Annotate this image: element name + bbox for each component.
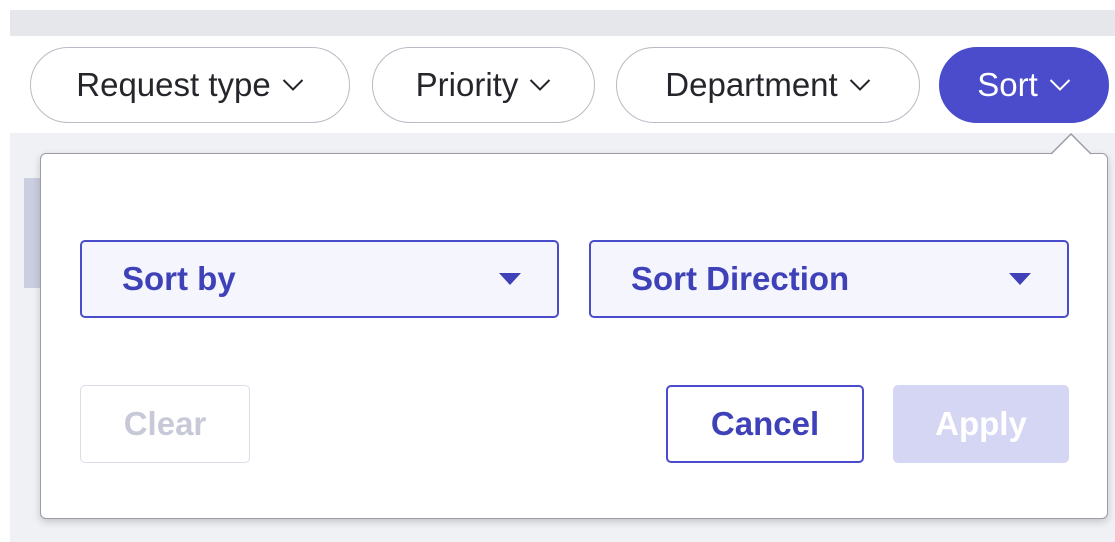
- content-left-bar: [24, 178, 40, 288]
- filter-chip-sort[interactable]: Sort: [939, 47, 1109, 123]
- caret-down-icon: [1009, 273, 1031, 285]
- filter-chip-department[interactable]: Department: [616, 47, 920, 123]
- filter-chip-priority[interactable]: Priority: [372, 47, 595, 123]
- sort-direction-select[interactable]: Sort Direction: [589, 240, 1069, 318]
- chevron-down-icon: [1049, 79, 1070, 91]
- filter-chip-label: Request type: [76, 66, 271, 103]
- apply-button[interactable]: Apply: [893, 385, 1069, 463]
- chevron-down-icon: [849, 79, 870, 91]
- chevron-down-icon: [282, 79, 303, 91]
- sort-direction-label: Sort Direction: [631, 260, 850, 297]
- filter-chip-label: Sort: [977, 66, 1038, 103]
- sort-by-select[interactable]: Sort by: [80, 240, 559, 318]
- sort-popover: [40, 153, 1108, 519]
- filter-chip-label: Priority: [415, 66, 519, 103]
- filter-chip-label: Department: [665, 66, 838, 103]
- filter-chip-request-type[interactable]: Request type: [30, 47, 350, 123]
- caret-down-icon: [499, 273, 521, 285]
- page: Request type Priority Department Sort So…: [0, 0, 1115, 542]
- chevron-down-icon: [530, 79, 551, 91]
- sort-by-label: Sort by: [122, 260, 236, 297]
- clear-button[interactable]: Clear: [80, 385, 250, 463]
- top-band: [10, 10, 1115, 36]
- cancel-button[interactable]: Cancel: [666, 385, 864, 463]
